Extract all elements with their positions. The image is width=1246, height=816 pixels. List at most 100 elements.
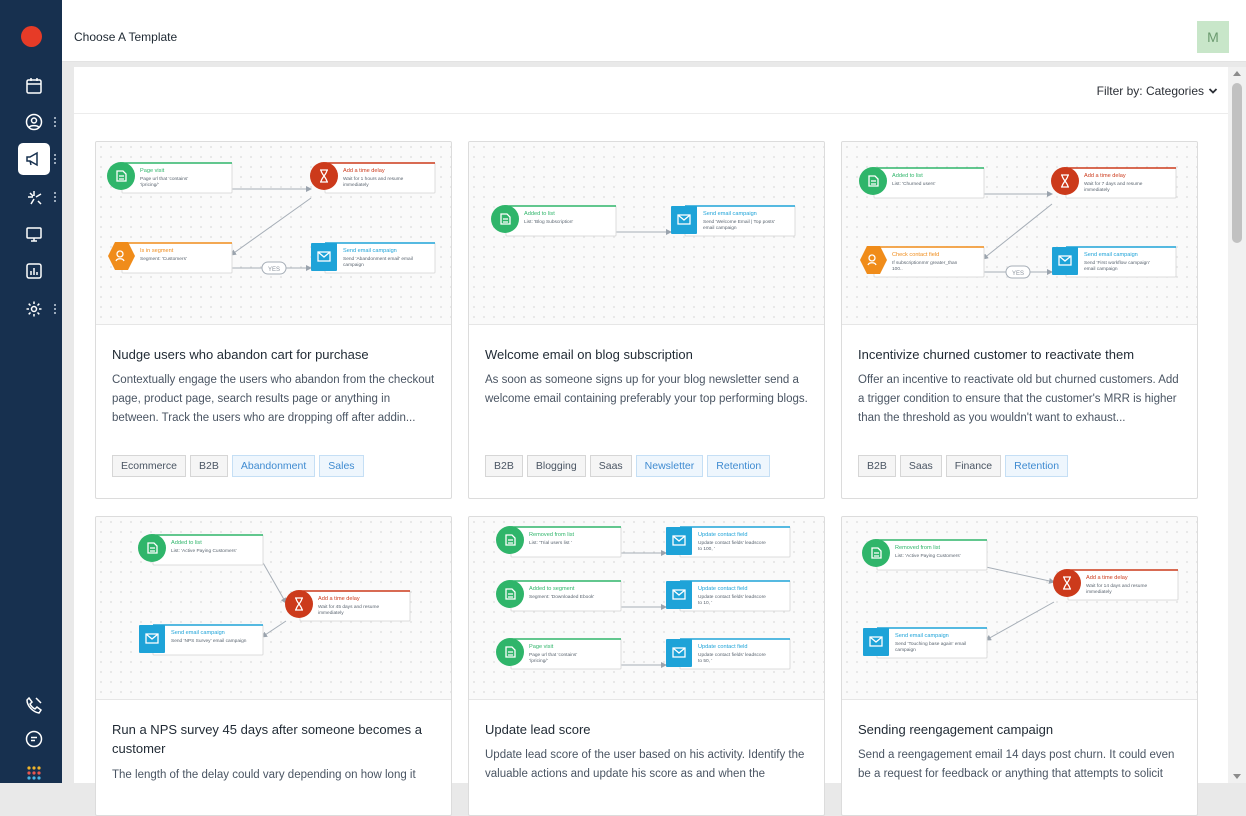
- chart-icon[interactable]: [18, 255, 50, 287]
- workflow-node: Removed from list List: 'Active Paying Cu…: [862, 539, 988, 571]
- template-title: Update lead score: [485, 722, 591, 737]
- svg-text:Check contact field: Check contact field: [892, 252, 939, 258]
- svg-text:YES: YES: [1012, 271, 1024, 277]
- svg-text:Add a time delay: Add a time delay: [318, 596, 360, 602]
- template-card[interactable]: Removed from list List: 'Trial users list…: [468, 516, 825, 816]
- app-logo[interactable]: [21, 26, 42, 47]
- svg-text:Send email campaign: Send email campaign: [1084, 252, 1138, 258]
- workflow-diagram: Removed from list List: 'Active Paying Cu…: [862, 539, 1179, 659]
- workflow-preview: YES Page visit Page url that 'contains' '/p…: [96, 142, 451, 325]
- scrollbar[interactable]: [1228, 67, 1246, 783]
- more-dots-icon[interactable]: [54, 154, 57, 165]
- svg-text:YES: YES: [268, 267, 280, 273]
- category-tag[interactable]: B2B: [190, 455, 228, 477]
- category-tag[interactable]: Retention: [1005, 455, 1069, 477]
- chat-icon[interactable]: [18, 723, 50, 755]
- svg-text:Update contact fields' leadsco: Update contact fields' leadscore: [698, 594, 766, 600]
- scrollbar-thumb[interactable]: [1232, 83, 1242, 243]
- scroll-up-arrow-icon[interactable]: [1233, 71, 1241, 76]
- svg-text:Send 'Abandonment email' email: Send 'Abandonment email' email: [343, 256, 413, 262]
- svg-text:Send 'NPS Survey' email campai: Send 'NPS Survey' email campaign: [171, 638, 247, 644]
- workflow-diagram: YES Page visit Page url that 'contains''/p…: [107, 162, 436, 275]
- flow-connector: [230, 197, 312, 256]
- template-card[interactable]: Removed from list List: 'Active Paying Cu…: [841, 516, 1198, 816]
- svg-text:Update contact field: Update contact field: [698, 644, 747, 650]
- workflow-node: Page visit Page url that 'contains''/pric…: [496, 638, 622, 670]
- workflow-node: Send email campaign Send 'First workflow …: [1052, 246, 1177, 278]
- category-tag[interactable]: Retention: [707, 455, 771, 477]
- calendar-icon[interactable]: [18, 70, 50, 102]
- category-tag[interactable]: Saas: [589, 455, 632, 477]
- svg-text:Wait for 14 days and resume: Wait for 14 days and resume: [1086, 583, 1147, 589]
- workflow-node: Send email campaign Send 'NPS Survey' ema…: [139, 624, 264, 656]
- svg-text:Send email campaign: Send email campaign: [171, 630, 225, 636]
- category-tag[interactable]: Blogging: [526, 455, 586, 477]
- flow-connector: [985, 566, 1055, 584]
- svg-text:'/pricing/': '/pricing/': [140, 182, 159, 188]
- template-card[interactable]: Added to list List: 'Active Paying Custom…: [95, 516, 452, 816]
- more-dots-icon[interactable]: [54, 192, 57, 203]
- svg-text:Add a time delay: Add a time delay: [1086, 575, 1128, 581]
- flow-connector: [982, 203, 1053, 260]
- svg-text:Send email campaign: Send email campaign: [343, 248, 397, 254]
- svg-text:Send 'First workflow campaign': Send 'First workflow campaign': [1084, 260, 1150, 266]
- category-tag[interactable]: B2B: [485, 455, 523, 477]
- page-title: Choose A Template: [74, 30, 178, 44]
- svg-text:Add a time delay: Add a time delay: [1084, 173, 1126, 179]
- category-tag[interactable]: B2B: [858, 455, 896, 477]
- megaphone-icon[interactable]: [18, 143, 50, 175]
- category-tag[interactable]: Newsletter: [635, 455, 704, 477]
- workflow-preview: Added to list List: 'Active Paying Custom…: [96, 517, 451, 700]
- workflow-node: Check contact field If subscriptionmrr gr…: [860, 246, 985, 278]
- template-card[interactable]: YES Added to list List: 'Churned users' Add…: [841, 141, 1198, 499]
- category-tag[interactable]: Finance: [945, 455, 1002, 477]
- filter-label: Filter by: Categories: [1096, 84, 1204, 98]
- avatar[interactable]: M: [1197, 21, 1229, 53]
- svg-text:Add a time delay: Add a time delay: [343, 168, 385, 174]
- gear-icon[interactable]: [18, 293, 50, 325]
- template-card[interactable]: Added to list List: 'Blog Subscription' Se…: [468, 141, 825, 499]
- svg-text:Update contact fields' leadsco: Update contact fields' leadscore: [698, 540, 766, 546]
- svg-text:Added to segment: Added to segment: [529, 586, 575, 592]
- category-tag[interactable]: Saas: [899, 455, 942, 477]
- template-description: Offer an incentive to reactivate old but…: [858, 374, 1179, 424]
- scroll-down-arrow-icon[interactable]: [1233, 774, 1241, 779]
- category-tag[interactable]: Abandonment: [231, 455, 316, 477]
- workflow-node: Add a time delay Wait for 1 hours and res…: [310, 162, 436, 194]
- more-dots-icon[interactable]: [54, 304, 57, 315]
- flow-connector: [985, 601, 1055, 641]
- workflow-node: Added to list List: 'Active Paying Custom…: [138, 534, 264, 566]
- workflow-node: Update contact field Update contact field…: [666, 638, 791, 670]
- monitor-icon[interactable]: [18, 218, 50, 250]
- category-tag[interactable]: Sales: [319, 455, 364, 477]
- svg-text:Update contact field: Update contact field: [698, 586, 747, 592]
- svg-text:Wait for 1 hours and resume: Wait for 1 hours and resume: [343, 176, 404, 182]
- sparkle-icon[interactable]: [18, 181, 50, 213]
- user-circle-icon[interactable]: [18, 106, 50, 138]
- more-dots-icon[interactable]: [54, 117, 57, 128]
- category-tag[interactable]: Ecommerce: [112, 455, 187, 477]
- workflow-preview: Added to list List: 'Blog Subscription' Se…: [469, 142, 824, 325]
- apps-grid-icon[interactable]: [18, 757, 50, 789]
- svg-text:Page url that 'contains': Page url that 'contains': [529, 652, 577, 658]
- flow-connector: [261, 620, 287, 638]
- svg-text:immediately: immediately: [1084, 187, 1110, 193]
- svg-text:Page url that 'contains': Page url that 'contains': [140, 176, 188, 182]
- template-title: Nudge users who abandon cart for purchas…: [112, 347, 369, 362]
- workflow-node: Send email campaign Send 'Touching base a…: [863, 627, 988, 659]
- workflow-node: Add a time delay Wait for 7 days and resu…: [1051, 167, 1177, 199]
- template-card[interactable]: YES Page visit Page url that 'contains' '/p…: [95, 141, 452, 499]
- workflow-node: Send email campaign Send 'Welcome Email |…: [671, 205, 796, 237]
- category-filter-dropdown[interactable]: Filter by: Categories: [1097, 84, 1218, 98]
- svg-text:Send email campaign: Send email campaign: [895, 633, 949, 639]
- workflow-node: Add a time delay Wait for 45 days and res…: [285, 590, 411, 622]
- workflow-preview: YES Added to list List: 'Churned users' Add…: [842, 142, 1197, 325]
- svg-text:to 50, ': to 50, ': [698, 658, 712, 664]
- workflow-node: Added to list List: 'Churned users': [859, 167, 985, 199]
- svg-text:to 10, ': to 10, ': [698, 600, 712, 606]
- phone-icon[interactable]: [18, 689, 50, 721]
- sidebar: [0, 0, 62, 783]
- tag-list: B2B Blogging Saas Newsletter Retention: [485, 455, 771, 477]
- svg-text:Page visit: Page visit: [529, 644, 554, 650]
- template-title: Welcome email on blog subscription: [485, 347, 693, 362]
